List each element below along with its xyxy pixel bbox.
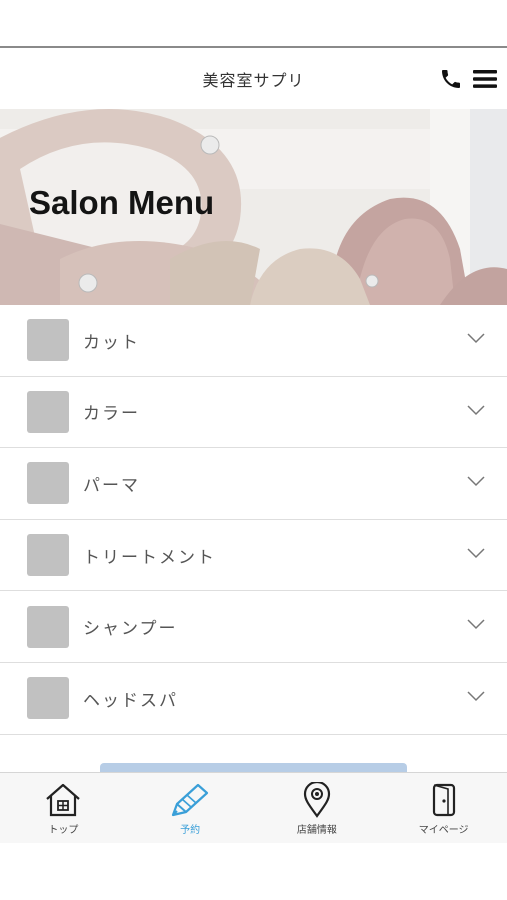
menu-item-label: カット bbox=[83, 332, 140, 353]
chevron-down-icon bbox=[467, 548, 485, 558]
salon-menu-list: カット カラー パーマ トリートメント シャンプー ヘッドスパ bbox=[0, 305, 507, 735]
chevron-down-icon bbox=[467, 619, 485, 630]
menu-item-label: カラー bbox=[83, 404, 140, 425]
app-title: 美容室サプリ bbox=[202, 70, 305, 90]
menu-thumbnail bbox=[27, 319, 69, 362]
chevron-down-icon bbox=[467, 476, 485, 487]
menu-item-color[interactable]: カラー bbox=[0, 376, 507, 449]
menu-item-label: パーマ bbox=[83, 475, 140, 496]
chevron-down-icon bbox=[467, 333, 485, 344]
pencil-icon bbox=[172, 783, 209, 817]
tab-label: トップ bbox=[48, 825, 79, 836]
tab-reserve[interactable]: 予約 bbox=[127, 773, 254, 843]
menu-thumbnail bbox=[27, 534, 69, 577]
tab-my-page[interactable]: マイページ bbox=[380, 773, 507, 843]
menu-item-cut[interactable]: カット bbox=[0, 305, 507, 377]
hero-title: Salon Menu bbox=[29, 184, 215, 221]
menu-thumbnail bbox=[27, 605, 69, 648]
hamburger-menu-icon[interactable] bbox=[471, 65, 499, 93]
menu-item-shampoo[interactable]: シャンプー bbox=[0, 591, 507, 663]
tab-top[interactable]: トップ bbox=[0, 773, 127, 843]
tab-store-info[interactable]: 店舗情報 bbox=[254, 773, 381, 843]
app-header: 美容室サプリ bbox=[0, 46, 507, 109]
menu-thumbnail bbox=[27, 677, 69, 720]
door-icon bbox=[432, 783, 455, 817]
map-pin-icon bbox=[303, 782, 330, 818]
chevron-down-icon bbox=[467, 405, 485, 415]
hero-banner: Salon Menu bbox=[0, 109, 507, 305]
menu-item-treatment[interactable]: トリートメント bbox=[0, 519, 507, 592]
chevron-down-icon bbox=[467, 691, 485, 702]
menu-thumbnail bbox=[27, 390, 69, 433]
phone-icon[interactable] bbox=[437, 65, 465, 93]
menu-item-label: シャンプー bbox=[83, 619, 178, 640]
tab-label: マイページ bbox=[418, 825, 469, 836]
header-actions bbox=[431, 65, 499, 93]
bottom-blank-area bbox=[0, 843, 507, 900]
menu-item-label: トリートメント bbox=[83, 547, 216, 568]
menu-item-head-spa[interactable]: ヘッドスパ bbox=[0, 662, 507, 735]
tab-label: 予約 bbox=[180, 825, 201, 836]
bottom-tab-bar: トップ 予約 店舗情報 マイページ bbox=[0, 772, 507, 843]
menu-item-label: ヘッドスパ bbox=[83, 690, 178, 711]
top-blank-area bbox=[0, 0, 507, 46]
home-icon bbox=[46, 783, 81, 817]
menu-item-perm[interactable]: パーマ bbox=[0, 448, 507, 520]
tab-label: 店舗情報 bbox=[296, 825, 337, 836]
menu-thumbnail bbox=[27, 462, 69, 505]
